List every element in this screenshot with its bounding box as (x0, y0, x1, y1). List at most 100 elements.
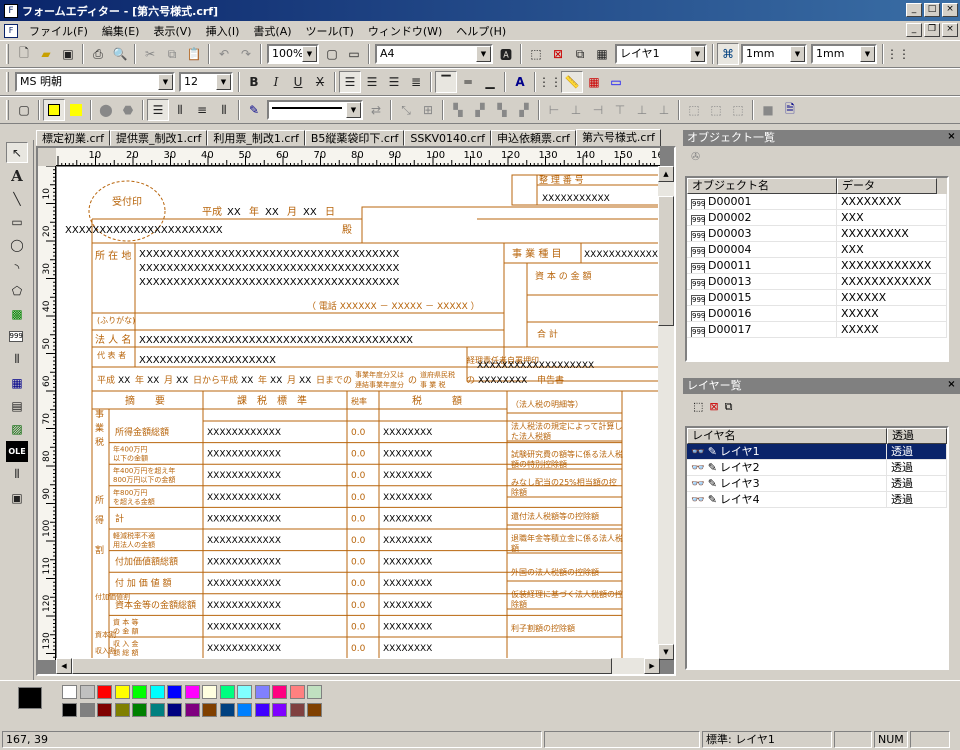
layer-list[interactable]: レイヤ名 透過 👓 ✎ レイヤ1 透過 👓 ✎ レイヤ2 透過 👓 ✎ レイヤ3 透過 👓 ✎ レイヤ4 透過 (685, 426, 949, 670)
fit-page-icon[interactable]: ▢ (321, 43, 343, 65)
align-right-obj-icon[interactable]: ⊣ (587, 99, 609, 121)
backward-icon[interactable]: ▞ (513, 99, 535, 121)
object-list-row[interactable]: 999 D00013 XXXXXXXXXXXX (687, 274, 947, 290)
new-layer-icon[interactable]: ⬚ (525, 43, 547, 65)
shadow-icon[interactable]: ⬤ (95, 99, 117, 121)
doc-icon[interactable]: F (4, 23, 18, 38)
color-swatch[interactable] (237, 685, 252, 699)
visible-eye-icon[interactable]: 👓 (691, 493, 705, 506)
object-col-name[interactable]: オブジェクト名 (687, 178, 837, 194)
paste-icon[interactable]: 📋 (183, 43, 205, 65)
layer-edit-icon[interactable]: ✎ (708, 493, 717, 506)
color-swatch[interactable] (307, 685, 322, 699)
connector-icon[interactable]: ⤡ (395, 99, 417, 121)
tab-teikyohyo[interactable]: 提供票_制改1.crf (109, 130, 208, 146)
object-list-row[interactable]: 999 D00015 XXXXXX (687, 290, 947, 306)
open-folder-icon[interactable]: ▰ (35, 43, 57, 65)
color-swatch[interactable] (149, 703, 165, 717)
valign-top-icon[interactable]: ▔ (435, 71, 457, 93)
layer-edit-icon[interactable]: ✎ (708, 445, 717, 458)
foreground-color-swatch[interactable] (18, 687, 42, 709)
paper-setup-icon[interactable]: 🅰 (495, 43, 517, 65)
object-filter-icon[interactable]: ✇ (691, 150, 700, 163)
color-swatch[interactable] (114, 703, 130, 717)
tab-dairokugo[interactable]: 第六号様式.crf (575, 129, 661, 147)
object-list-row[interactable]: 999 D00002 XXX (687, 210, 947, 226)
color-swatch[interactable] (272, 703, 287, 717)
group-icon[interactable]: ⬚ (683, 99, 705, 121)
ole-tool-icon[interactable]: OLE (6, 441, 28, 462)
color-swatch[interactable] (307, 703, 322, 717)
layer-col-transparent[interactable]: 透過 (887, 428, 947, 444)
object-list[interactable]: オブジェクト名 データ 999 D00001 XXXXXXXX 999 D00002 XX… (685, 176, 949, 362)
barcode2-tool-icon[interactable]: ⦀ (6, 464, 28, 485)
color-swatch[interactable] (62, 685, 77, 699)
layer-list-row[interactable]: 👓 ✎ レイヤ2 透過 (687, 460, 947, 476)
color-swatch[interactable] (132, 685, 147, 699)
grid-icon[interactable]: ⋮⋮ (886, 43, 910, 65)
align-bottom-obj-icon[interactable]: ⊥ (653, 99, 675, 121)
v-scroll-thumb[interactable] (658, 196, 674, 326)
color-swatch[interactable] (97, 685, 112, 699)
object-col-data[interactable]: データ (837, 178, 937, 194)
barcode-tool-icon[interactable]: ⦀ (6, 349, 28, 370)
data-field-tool-icon[interactable]: 999 (6, 326, 28, 347)
tab-b5tate[interactable]: B5縦薬袋印下.crf (304, 130, 405, 146)
menu-insert[interactable]: 挿入(I) (199, 23, 247, 39)
align-right-icon[interactable]: ☰ (383, 71, 405, 93)
menu-tools[interactable]: ツール(T) (299, 23, 361, 39)
paper-size-select[interactable]: A4 ▼ (375, 44, 493, 64)
layer-col-name[interactable]: レイヤ名 (687, 428, 887, 444)
color-palette-icon[interactable]: ▦ (583, 71, 605, 93)
object-list-row[interactable]: 999 D00004 XXX (687, 242, 947, 258)
scroll-right-button[interactable]: ▶ (644, 658, 660, 674)
color-swatch[interactable] (202, 703, 217, 717)
properties-icon[interactable]: 🗎 (779, 99, 801, 121)
object-panel-close-button[interactable]: × (945, 131, 958, 144)
layer-edit-icon[interactable]: ✎ (708, 461, 717, 474)
font-size-select[interactable]: 12 ▼ (179, 72, 233, 92)
object-list-row[interactable]: 999 D00016 XXXXX (687, 306, 947, 322)
delete-layer-panel-icon[interactable]: ⊠ (709, 400, 718, 418)
font-color-icon[interactable]: A (509, 71, 531, 93)
grid-x-select[interactable]: 1mm ▼ (741, 44, 807, 64)
table-icon[interactable]: ⊞ (417, 99, 439, 121)
underline-button[interactable]: U (287, 71, 309, 93)
tab-riyohyo[interactable]: 利用票_制改1.crf (207, 130, 305, 146)
color-swatch[interactable] (272, 685, 287, 699)
visible-eye-icon[interactable]: 👓 (691, 461, 705, 474)
color-swatch[interactable] (254, 685, 270, 699)
ungroup-icon[interactable]: ⬚ (705, 99, 727, 121)
menu-edit[interactable]: 編集(E) (95, 23, 147, 39)
close-button[interactable]: × (942, 3, 958, 17)
color-swatch[interactable] (289, 685, 305, 699)
visible-eye-icon[interactable]: 👓 (691, 477, 705, 490)
doc-restore-button[interactable]: ❐ (924, 23, 940, 37)
fill-color-icon[interactable] (43, 99, 65, 121)
align-center-obj-icon[interactable]: ⊥ (565, 99, 587, 121)
align-middle-obj-icon[interactable]: ⊥ (631, 99, 653, 121)
grid-dots-icon[interactable]: ⋮⋮ (538, 71, 562, 93)
tab-hyoteishogyo[interactable]: 標定初業.crf (36, 130, 110, 146)
page-width-icon[interactable]: ▭ (605, 71, 627, 93)
layer-edit-icon[interactable]: ✎ (708, 477, 717, 490)
scroll-up-button[interactable]: ▲ (658, 166, 674, 182)
layer-list-row[interactable]: 👓 ✎ レイヤ1 透過 (687, 444, 947, 460)
strike-button[interactable]: X (309, 71, 331, 93)
color-swatch[interactable] (219, 703, 235, 717)
align-top-obj-icon[interactable]: ⊤ (609, 99, 631, 121)
bold-button[interactable]: B (243, 71, 265, 93)
color-swatch[interactable] (79, 685, 95, 699)
shadow2-icon[interactable]: ⬣ (117, 99, 139, 121)
doc-minimize-button[interactable]: _ (906, 23, 922, 37)
new-layer-panel-icon[interactable]: ⬚ (693, 400, 703, 418)
object-list-row[interactable]: 999 D00017 XXXXX (687, 322, 947, 338)
tab-sskv0140[interactable]: SSKV0140.crf (404, 130, 491, 146)
color-swatch[interactable] (254, 703, 270, 717)
form-paper[interactable]: 受付印 平成 XXXXXXXXXXXXXXXXXXXXXXX 殿 所 在 地 法… (57, 167, 661, 660)
color-swatch[interactable] (184, 685, 200, 699)
ruler-icon[interactable]: 📏 (561, 71, 583, 93)
forward-icon[interactable]: ▚ (491, 99, 513, 121)
swap-icon[interactable]: ⇄ (365, 99, 387, 121)
color-swatch[interactable] (79, 703, 95, 717)
